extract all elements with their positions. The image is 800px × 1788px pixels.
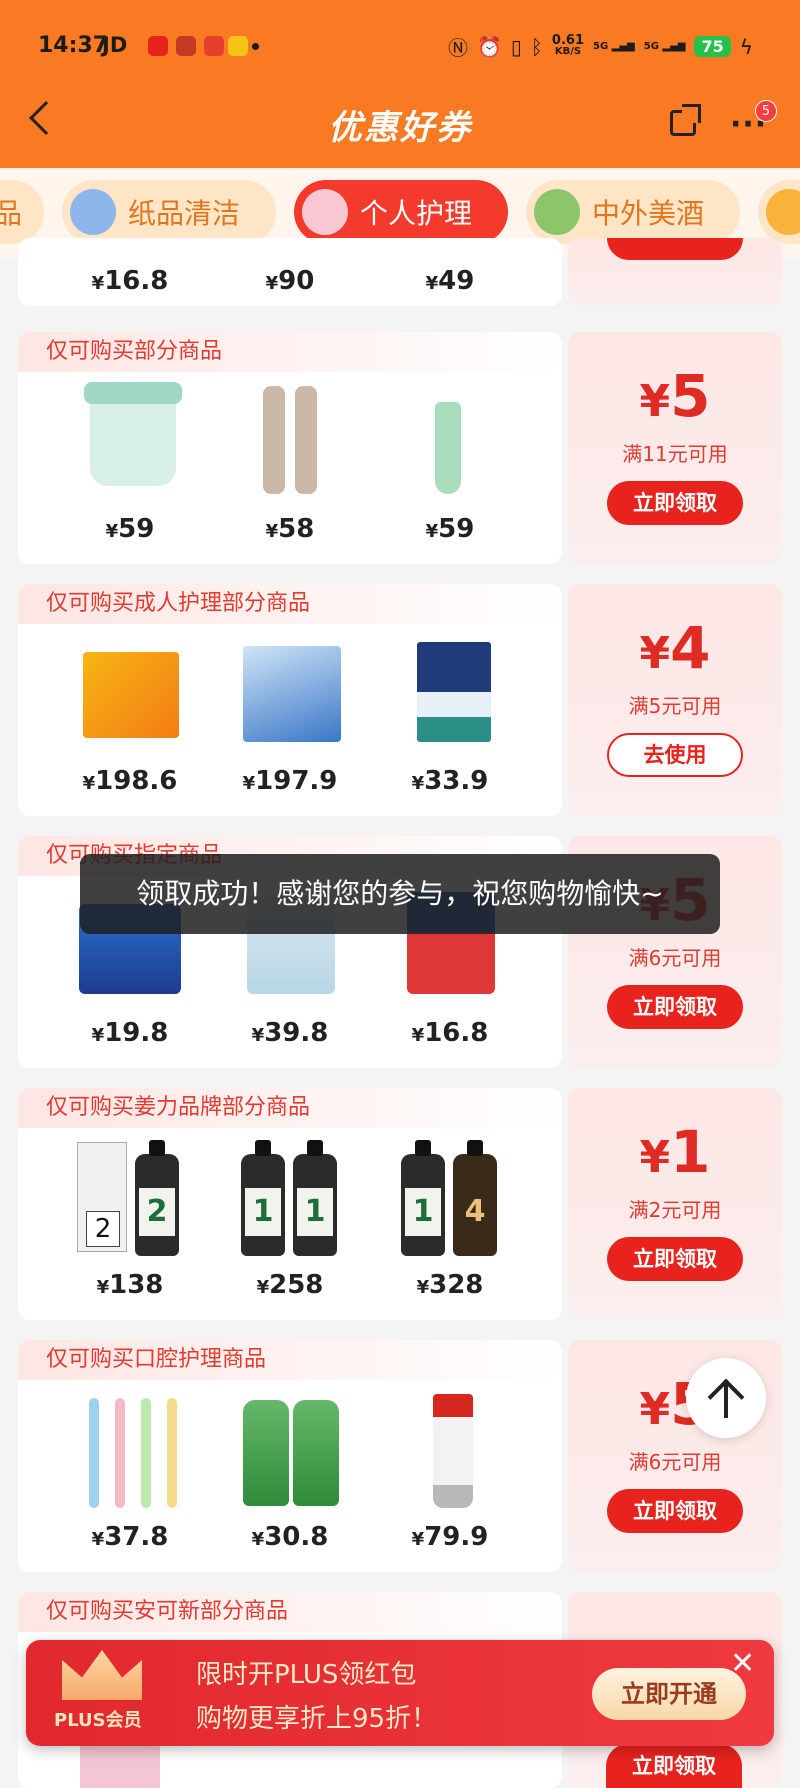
top-bar: 14:37 JD Ⓝ ⏰ ▯ ᛒ 0.61 KB/S 5G ▂▄▆ 5G ▂▄▆… [0,0,800,168]
share-icon[interactable] [670,104,701,136]
sim2-signal: 5G ▂▄▆ [643,40,686,52]
product-item[interactable]: ¥79.9 [380,1388,520,1552]
sim1-signal: 5G ▂▄▆ [593,40,635,52]
plus-label: PLUS会员 [54,1710,142,1731]
tissue-icon [70,189,116,235]
product-image [75,380,185,500]
product-image: 2 2 [75,1136,185,1256]
status-icons: Ⓝ ⏰ ▯ ᛒ 0.61 KB/S 5G ▂▄▆ 5G ▂▄▆ 75 ϟ [448,32,753,61]
wine-bottle-icon [534,189,580,235]
app-notification-icon [148,36,168,56]
product-item[interactable]: ¥197.9 [220,632,360,796]
coupon-amount: ¥5 [639,362,711,430]
notification-badge: 5 [755,100,777,122]
product-item[interactable]: ¥59 [60,380,200,544]
coupon-condition: 满5元可用 [628,694,722,718]
claim-button[interactable]: 立即领取 [607,1237,743,1281]
mail-icon [228,36,248,56]
product-item[interactable]: ¥49 [380,252,520,296]
crown-icon [62,1650,142,1700]
product-item[interactable]: ¥59 [380,380,520,544]
product-image: 1 4 [395,1136,505,1256]
app-notification-icon [204,36,224,56]
product-image [235,1388,345,1508]
claim-button[interactable]: 立即领取 [607,481,743,525]
more-options-icon[interactable]: ··· [730,110,767,140]
more-notifications-dot [252,43,259,50]
use-button[interactable]: 去使用 [607,733,743,777]
tab-pet-partial[interactable] [758,180,800,244]
alarm-icon: ⏰ [477,34,502,59]
close-icon[interactable]: ✕ [730,1646,755,1681]
product-image [395,380,505,500]
success-toast: 领取成功！感谢您的参与，祝您购物愉快~ [80,854,720,934]
product-item[interactable]: ¥16.8 [60,252,200,296]
status-bar: 14:37 JD Ⓝ ⏰ ▯ ᛒ 0.61 KB/S 5G ▂▄▆ 5G ▂▄▆… [0,0,800,96]
claim-button[interactable]: 立即领取 [606,1744,742,1788]
status-carrier: JD [102,33,128,57]
product-item[interactable]: ¥33.9 [380,632,520,796]
plus-membership-banner[interactable]: PLUS会员 限时开PLUS领红包 购物更享折上95折！ 立即开通 ✕ [26,1640,774,1746]
product-item[interactable]: ¥198.6 [60,632,200,796]
product-image [80,1742,160,1788]
tab-personal-care[interactable]: 个人护理 [294,180,508,244]
tab-category-partial[interactable]: 品 [0,180,44,244]
pet-icon [766,189,800,235]
product-image [395,1388,505,1508]
status-time: 14:37 [38,33,109,58]
claim-button[interactable]: 立即领取 [607,1489,743,1533]
app-notification-icon [176,36,196,56]
plus-subline: 购物更享折上95折！ [196,1704,438,1734]
nfc-icon: Ⓝ [448,36,468,60]
vibrate-icon: ▯ [510,34,522,59]
coupon-amount: ¥1 [639,1118,711,1186]
personal-care-icon [302,189,348,235]
charging-icon: ϟ [739,34,753,59]
product-image [75,1388,185,1508]
product-item[interactable]: ¥58 [220,380,360,544]
coupon-condition: 满6元可用 [628,946,722,970]
product-image: 1 1 [235,1136,345,1256]
claim-button-partial[interactable] [607,238,743,260]
open-plus-button[interactable]: 立即开通 [592,1668,746,1720]
claim-button[interactable]: 立即领取 [607,985,743,1029]
coupon-scope: 仅可购买姜力品牌部分商品 [18,1088,562,1128]
battery-indicator: 75 [694,36,731,57]
product-image [235,632,345,752]
tab-paper-cleaning[interactable]: 纸品清洁 [62,180,276,244]
coupon-amount: ¥4 [639,614,711,682]
coupon-scope: 仅可购买成人护理部分商品 [18,584,562,624]
product-image [75,632,185,752]
coupon-condition: 满11元可用 [622,442,728,466]
product-item[interactable]: 1 4 ¥328 [380,1136,520,1300]
product-item[interactable]: ¥90 [220,252,360,296]
coupon-scope: 仅可购买口腔护理商品 [18,1340,562,1380]
net-speed-indicator: 0.61 KB/S [551,33,584,57]
product-item[interactable]: ¥37.8 [60,1388,200,1552]
plus-headline: 限时开PLUS领红包 [196,1660,417,1690]
product-item[interactable]: 1 1 ¥258 [220,1136,360,1300]
product-image [235,380,345,500]
coupon-condition: 满6元可用 [628,1450,722,1474]
back-to-top-button[interactable] [686,1358,766,1438]
coupon-condition: 满2元可用 [628,1198,722,1222]
tab-wine[interactable]: 中外美酒 [526,180,740,244]
product-image [395,632,505,752]
coupon-scope: 仅可购买安可新部分商品 [18,1592,562,1632]
product-item[interactable]: ¥30.8 [220,1388,360,1552]
product-item[interactable]: 2 2 ¥138 [60,1136,200,1300]
bluetooth-icon: ᛒ [530,34,543,59]
coupon-scope: 仅可购买部分商品 [18,332,562,372]
